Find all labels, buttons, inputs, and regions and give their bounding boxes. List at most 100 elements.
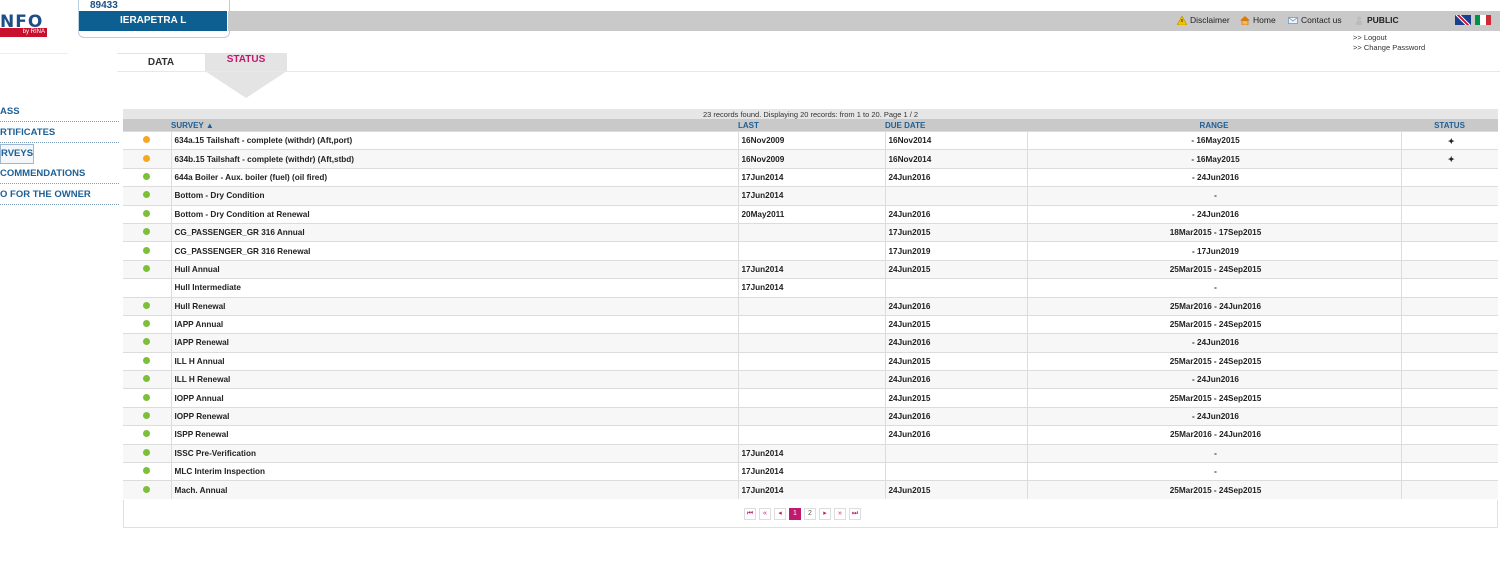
change-password-link[interactable]: >> Change Password	[1353, 43, 1425, 53]
survey-cell: IAPP Annual	[170, 314, 738, 334]
survey-cell: Bottom - Dry Condition at Renewal	[170, 204, 738, 224]
orange-dot-icon	[143, 154, 151, 162]
table-row[interactable]: IOPP Annual 24Jun2015 25Mar2015 - 24Sep201…	[123, 388, 1498, 408]
range-cell: - 17Jun2019	[1026, 241, 1401, 261]
status-cell	[1400, 333, 1498, 353]
table-row[interactable]: 644a Boiler - Aux. boiler (fuel) (oil fi…	[123, 167, 1498, 187]
range-column-header[interactable]: RANGE	[1027, 119, 1401, 132]
table-row[interactable]: ISSC Pre-Verification 17Jun2014 -	[123, 443, 1498, 463]
due-date-column-header[interactable]: DUE DATE	[885, 119, 1027, 132]
status-cell	[1400, 370, 1498, 389]
table-row[interactable]: IOPP Renewal 24Jun2016- 24Jun2016	[123, 406, 1498, 426]
range-cell: - 24Jun2016	[1026, 406, 1401, 426]
last-cell: 16Nov2009	[737, 130, 885, 150]
last-page-button[interactable]: ⏭	[849, 508, 861, 520]
table-header-row: SURVEY ▲ LAST DUE DATE RANGE STATUS	[123, 119, 1498, 132]
logout-link[interactable]: >> Logout	[1353, 33, 1425, 43]
prev-page-button[interactable]: ◂	[774, 508, 786, 520]
due-date-cell	[884, 278, 1027, 298]
table-row[interactable]: Mach. Annual 17Jun2014 24Jun2015 25Mar2015 …	[123, 480, 1498, 499]
survey-cell: Hull Annual	[170, 259, 738, 279]
status-indicator-cell	[123, 167, 171, 187]
survey-cell: Hull Intermediate	[170, 278, 738, 298]
menu-item-surveys[interactable]: RVEYS	[0, 144, 34, 164]
due-date-cell	[884, 443, 1027, 463]
due-date-cell: 24Jun2015	[884, 480, 1027, 499]
survey-column-header[interactable]: SURVEY ▲	[171, 119, 738, 132]
green-dot-icon	[143, 375, 151, 383]
home-link[interactable]: Home	[1240, 15, 1276, 25]
next-block-button[interactable]: »	[834, 508, 846, 520]
survey-cell: IAPP Renewal	[170, 333, 738, 353]
green-dot-icon	[143, 448, 151, 456]
prev-block-button[interactable]: «	[759, 508, 771, 520]
table-row[interactable]: ILL H Annual 24Jun2015 25Mar2015 - 24Sep20…	[123, 351, 1498, 371]
status-cell	[1400, 186, 1498, 206]
tab-spacer	[0, 53, 68, 72]
status-cell	[1400, 278, 1498, 298]
green-dot-icon	[143, 264, 151, 272]
survey-cell: IOPP Renewal	[170, 406, 738, 426]
contact-link[interactable]: Contact us	[1288, 15, 1342, 25]
table-row[interactable]: IAPP Renewal 24Jun2016- 24Jun2016	[123, 333, 1498, 353]
survey-cell: ISPP Renewal	[170, 425, 738, 445]
menu-item-info-for-owner[interactable]: O FOR THE OWNER	[0, 186, 119, 205]
first-page-button[interactable]: ⏮	[744, 508, 756, 520]
page-1-button[interactable]: 1	[789, 508, 801, 520]
status-indicator-cell	[123, 222, 171, 242]
due-date-cell: 16Nov2014	[884, 130, 1027, 150]
tab-status[interactable]: STATUS	[205, 53, 287, 71]
tab-data[interactable]: DATA	[117, 53, 205, 72]
table-row[interactable]: Bottom - Dry Condition at Renewal 20May20…	[123, 204, 1498, 224]
rina-logo: NFO by RINA	[0, 10, 47, 38]
table-row[interactable]: ILL H Renewal 24Jun2016- 24Jun2016	[123, 370, 1498, 389]
status-indicator-cell	[123, 406, 171, 426]
table-row[interactable]: 634a.15 Tailshaft - complete (withdr) (A…	[123, 130, 1498, 150]
survey-cell: 644a Boiler - Aux. boiler (fuel) (oil fi…	[170, 167, 738, 187]
green-dot-icon	[143, 412, 151, 420]
due-date-cell: 24Jun2016	[884, 406, 1027, 426]
range-cell: 18Mar2015 - 17Sep2015	[1026, 222, 1401, 242]
due-date-cell: 24Jun2015	[884, 259, 1027, 279]
table-row[interactable]: IAPP Annual 24Jun2015 25Mar2015 - 24Sep201…	[123, 314, 1498, 334]
range-cell: - 16May2015	[1026, 149, 1401, 169]
table-row[interactable]: 634b.15 Tailshaft - complete (withdr) (A…	[123, 149, 1498, 169]
italian-flag-icon[interactable]	[1475, 15, 1491, 25]
menu-item-recommendations[interactable]: COMMENDATIONS	[0, 165, 119, 184]
due-date-cell: 24Jun2016	[884, 204, 1027, 224]
account-links: >> Logout >> Change Password	[1353, 33, 1425, 53]
last-cell: 17Jun2014	[737, 480, 885, 499]
menu-item-certificates[interactable]: RTIFICATES	[0, 124, 119, 143]
table-row[interactable]: Bottom - Dry Condition 17Jun2014 -	[123, 186, 1498, 206]
user-label: PUBLIC	[1367, 15, 1399, 25]
green-dot-icon	[143, 467, 151, 475]
menu-item-class[interactable]: ASS	[0, 103, 119, 122]
english-flag-icon[interactable]	[1455, 15, 1471, 25]
status-column-header[interactable]: STATUS	[1401, 119, 1498, 132]
status-indicator-cell	[123, 425, 171, 445]
table-row[interactable]: ISPP Renewal 24Jun2016 25Mar2016 - 24Jun20…	[123, 425, 1498, 445]
last-cell	[737, 296, 885, 316]
last-cell: 17Jun2014	[737, 186, 885, 206]
table-row[interactable]: Hull Renewal 24Jun2016 25Mar2016 - 24Jun20…	[123, 296, 1498, 316]
last-cell	[737, 425, 885, 445]
table-row[interactable]: CG_PASSENGER_GR 316 Renewal 17Jun2019- 17…	[123, 241, 1498, 261]
table-row[interactable]: MLC Interim Inspection 17Jun2014 -	[123, 462, 1498, 481]
page-2-button[interactable]: 2	[804, 508, 816, 520]
next-page-button[interactable]: ▸	[819, 508, 831, 520]
table-row[interactable]: Hull Intermediate 17Jun2014 -	[123, 278, 1498, 298]
last-column-header[interactable]: LAST	[738, 119, 885, 132]
due-date-cell: 24Jun2015	[884, 388, 1027, 408]
green-dot-icon	[143, 356, 151, 364]
status-indicator-cell	[123, 186, 171, 206]
range-cell: -	[1026, 186, 1401, 206]
contact-label: Contact us	[1301, 15, 1342, 25]
table-row[interactable]: CG_PASSENGER_GR 316 Annual 17Jun2015 18Mar…	[123, 222, 1498, 242]
due-date-cell: 24Jun2016	[884, 370, 1027, 389]
status-cell	[1400, 259, 1498, 279]
green-dot-icon	[143, 430, 151, 438]
user-indicator: PUBLIC	[1354, 15, 1399, 25]
ship-number: 89433	[90, 0, 118, 11]
table-row[interactable]: Hull Annual 17Jun2014 24Jun2015 25Mar2015 -…	[123, 259, 1498, 279]
disclaimer-link[interactable]: Disclaimer	[1177, 15, 1230, 25]
